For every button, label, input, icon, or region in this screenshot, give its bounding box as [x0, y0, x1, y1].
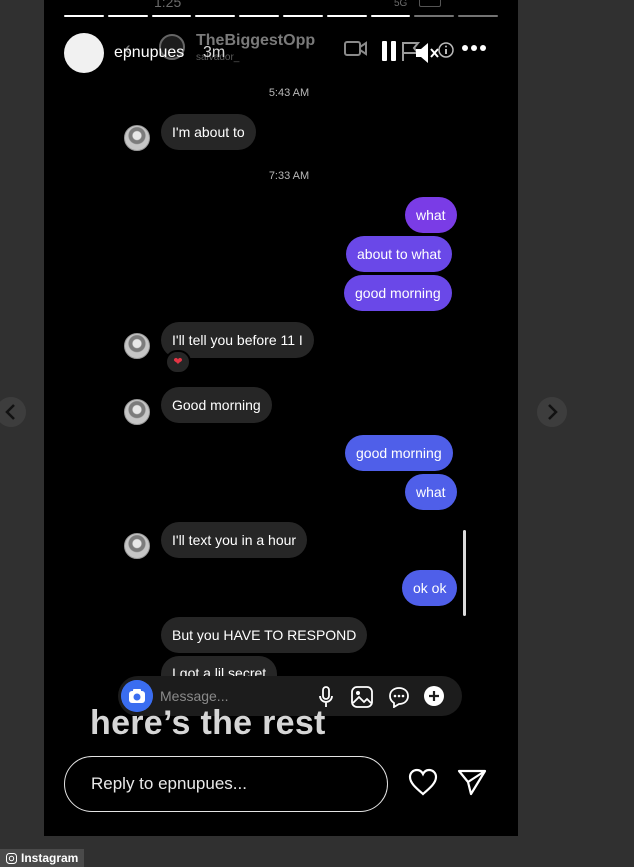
background-status-network: 5G — [394, 0, 408, 9]
message-bubble-outgoing[interactable]: about to what — [346, 236, 453, 272]
chevron-right-icon[interactable] — [537, 397, 567, 427]
sender-avatar — [124, 533, 150, 559]
message-bubble-outgoing[interactable]: what — [405, 474, 457, 510]
story-caption: here’s the rest — [90, 704, 326, 742]
message-timestamp: 7:33 AM — [268, 170, 310, 182]
story-header: ‹ TheBiggestOpp salvador_ epnupues 3m — [64, 32, 498, 74]
message-bubble-incoming[interactable]: Good morning — [161, 387, 272, 423]
heart-reaction-icon: ❤ — [165, 350, 191, 374]
instagram-logo-icon — [6, 852, 17, 864]
source-label-text: Instagram — [21, 851, 79, 865]
pause-icon[interactable] — [381, 40, 397, 62]
sender-avatar — [124, 125, 150, 151]
message-bubble-outgoing[interactable]: good morning — [344, 275, 452, 311]
chevron-left-icon[interactable] — [0, 397, 26, 427]
heart-icon[interactable] — [408, 768, 438, 796]
sender-avatar — [124, 399, 150, 425]
message-bubble-incoming[interactable]: I'm about to — [161, 114, 256, 150]
story-username[interactable]: epnupues — [114, 44, 184, 62]
sender-avatar — [124, 333, 150, 359]
reply-input[interactable] — [64, 756, 388, 812]
more-icon[interactable] — [462, 44, 486, 52]
message-timestamp: 5:43 AM — [268, 87, 310, 99]
source-label: Instagram — [0, 849, 85, 867]
battery-icon — [419, 0, 441, 7]
dm-message-input[interactable]: Message... — [160, 688, 228, 704]
message-bubble-incoming[interactable]: I got a lil secret — [161, 656, 278, 678]
story-avatar[interactable] — [64, 33, 104, 73]
video-icon — [344, 41, 367, 56]
sticker-icon[interactable] — [388, 686, 410, 708]
photo-icon[interactable] — [351, 686, 373, 708]
background-status-time: 1:25 — [154, 0, 182, 10]
send-icon[interactable] — [457, 768, 487, 796]
mute-icon[interactable] — [414, 41, 454, 65]
plus-icon[interactable] — [423, 685, 445, 707]
message-bubble-incoming[interactable]: I'll text you in a hour — [161, 522, 308, 558]
message-bubble-outgoing[interactable]: what — [405, 197, 457, 233]
story-age: 3m — [203, 44, 226, 61]
message-bubble-outgoing[interactable]: ok ok — [402, 570, 458, 606]
message-bubble-incoming[interactable]: But you HAVE TO RESPOND — [161, 617, 368, 653]
story-viewer: 1:25 5G ‹ TheBiggestOpp salvador_ epnupu… — [44, 0, 518, 836]
scrollbar[interactable] — [463, 530, 466, 616]
story-progress-bar — [64, 15, 498, 18]
message-bubble-outgoing[interactable]: good morning — [345, 435, 453, 471]
